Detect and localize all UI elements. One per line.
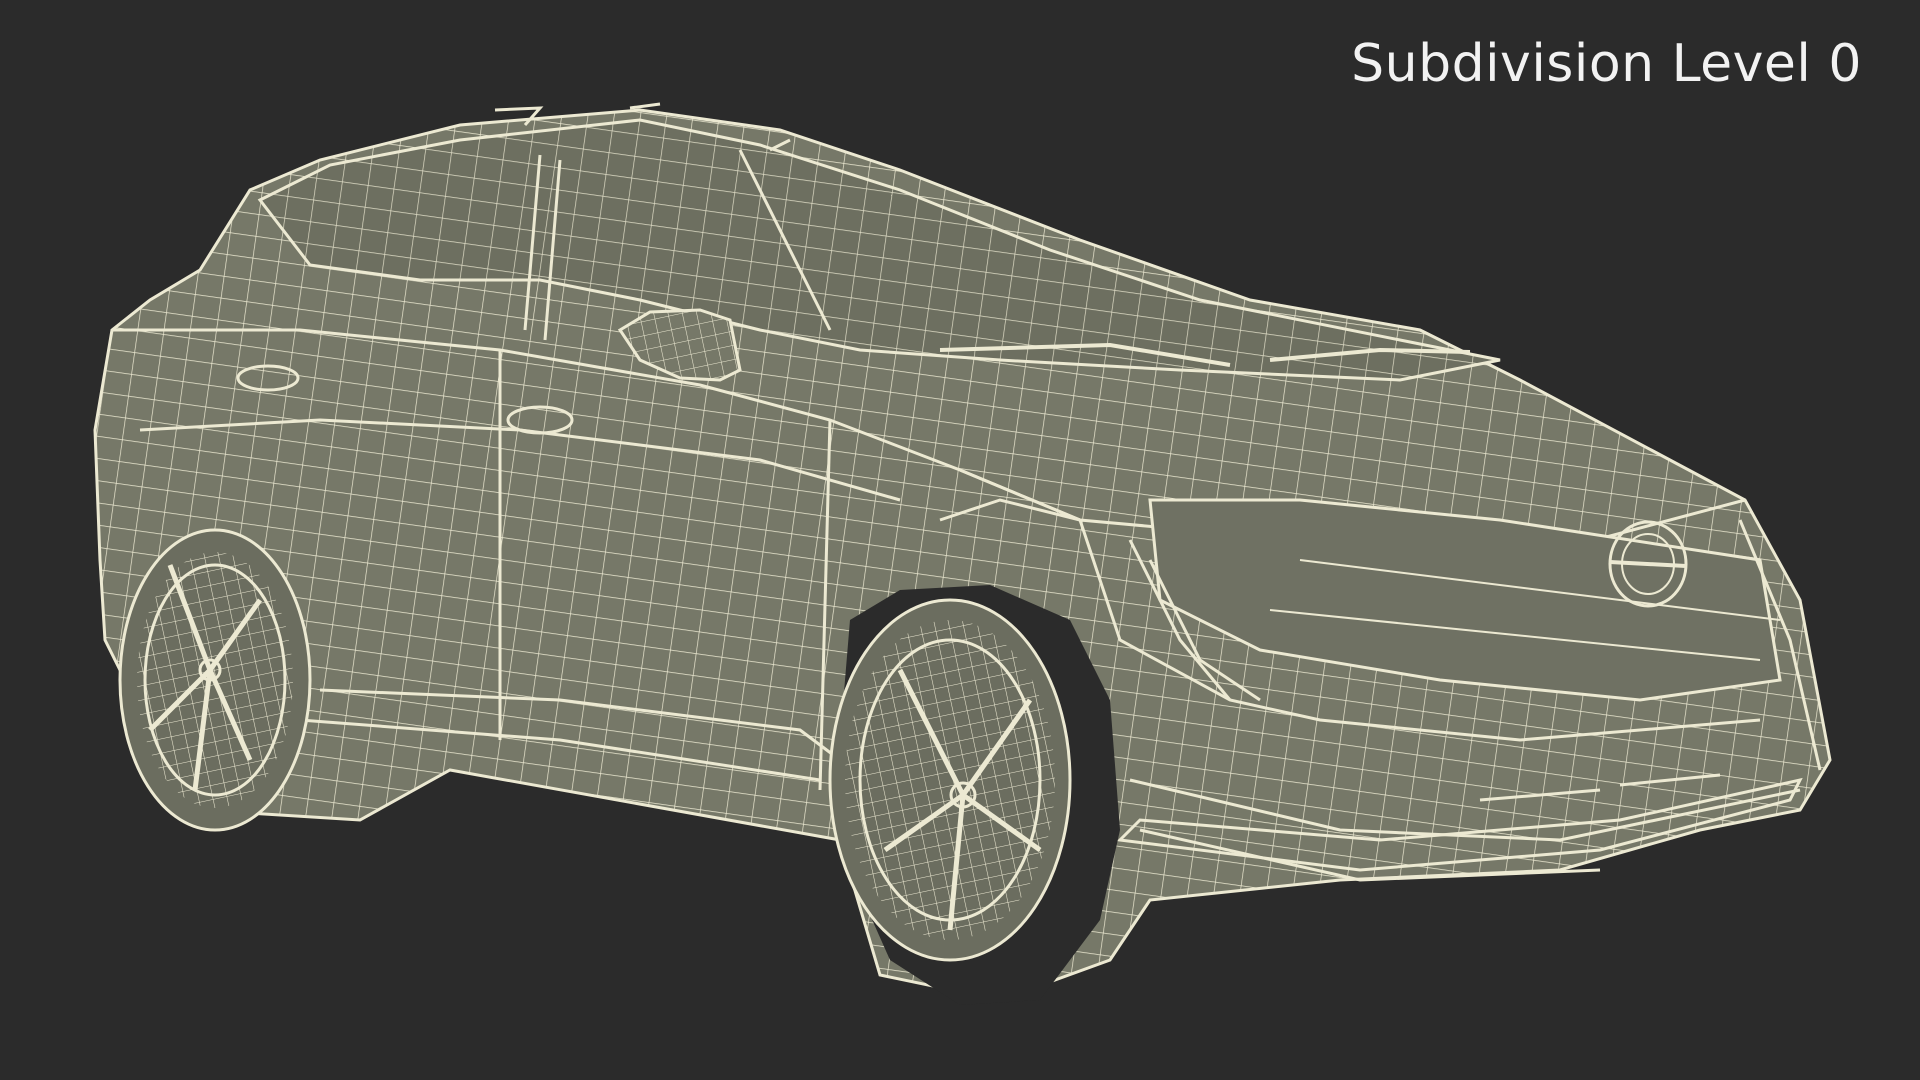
brand-emblem-icon	[1608, 520, 1688, 608]
wireframe-car-icon	[93, 102, 1832, 1005]
viewport: Subdivision Level 0	[0, 0, 1920, 1080]
front-wheel	[828, 585, 1120, 1005]
subdivision-level-label: Subdivision Level 0	[1351, 34, 1862, 94]
